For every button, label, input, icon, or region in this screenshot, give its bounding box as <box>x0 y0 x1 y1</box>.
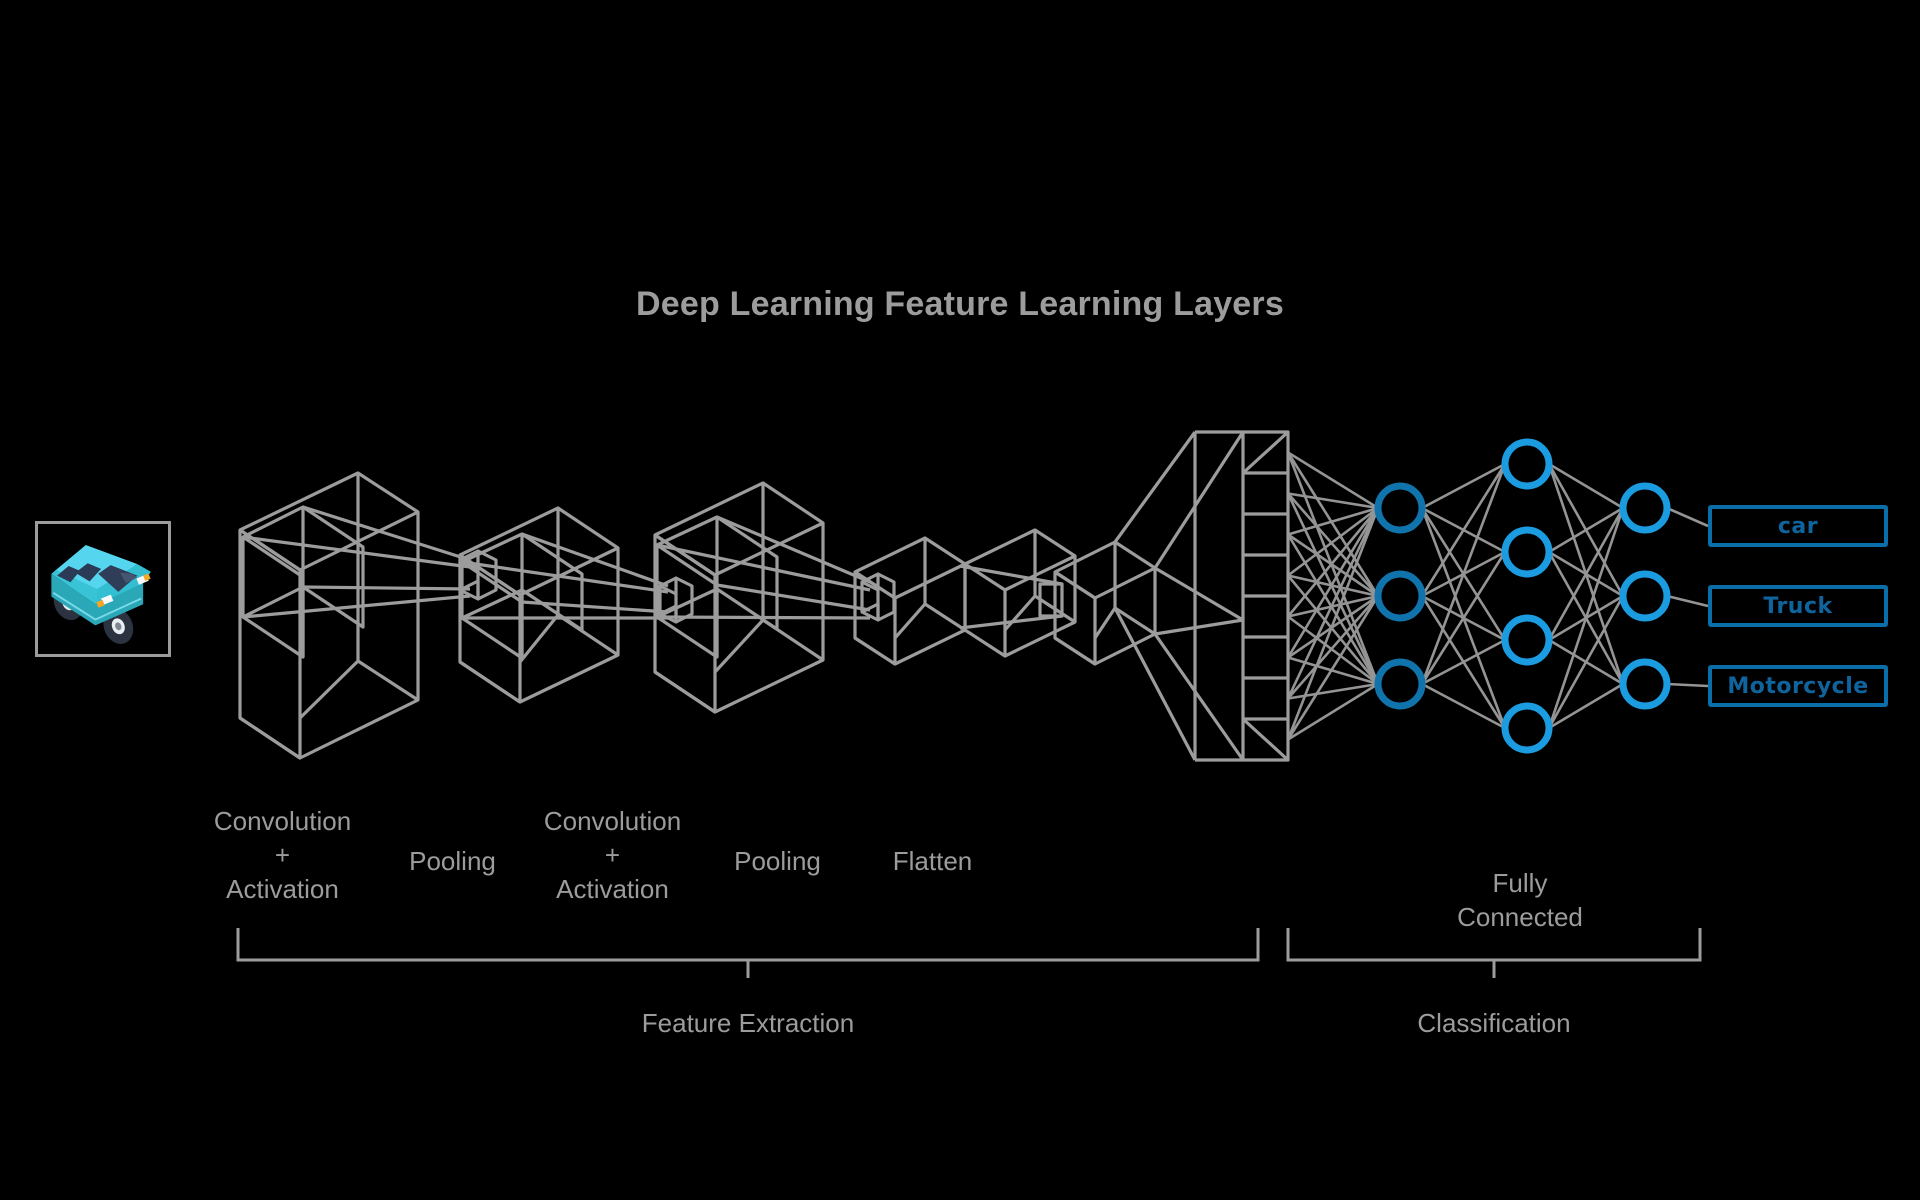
neuron-output-2 <box>1619 570 1671 622</box>
neuron-hidden2-2 <box>1501 526 1553 578</box>
bracket-feature-extraction <box>236 928 1260 978</box>
fc-nodes <box>1374 438 1671 754</box>
stage-flatten-wireframe <box>1053 430 1290 762</box>
label-conv2-text: Convolution + Activation <box>543 806 682 904</box>
neuron-hidden1-2 <box>1374 570 1426 622</box>
bracket-label-feature-extraction: Feature Extraction <box>548 1008 948 1039</box>
label-pool2: Pooling <box>690 810 865 878</box>
fc-edges <box>1286 451 1709 741</box>
label-conv1: Convolution + Activation <box>180 770 385 906</box>
label-conv1-text: Convolution + Activation <box>213 806 352 904</box>
stage-pool2-wireframe <box>853 528 1077 666</box>
neuron-hidden2-4 <box>1501 702 1553 754</box>
neuron-hidden2-1 <box>1501 438 1553 490</box>
label-flatten: Flatten <box>845 810 1020 878</box>
output-box-car[interactable]: car <box>1708 505 1888 547</box>
neuron-hidden1-1 <box>1374 482 1426 534</box>
output-label-truck: Truck <box>1763 593 1833 619</box>
diagram-canvas: Deep Learning Feature Learning Layers Co… <box>0 0 1920 1200</box>
bracket-classification <box>1286 928 1702 978</box>
stage-conv1-wireframe <box>238 471 498 760</box>
bracket-label-feature-extraction-text: Feature Extraction <box>641 1008 855 1038</box>
output-box-motorcycle[interactable]: Motorcycle <box>1708 665 1888 707</box>
label-fully-connected-text: Fully Connected <box>1457 868 1583 932</box>
label-pool1-text: Pooling <box>409 846 496 876</box>
label-fully-connected: Fully Connected <box>1380 832 1660 934</box>
bracket-label-classification: Classification <box>1344 1008 1644 1039</box>
neuron-output-1 <box>1619 482 1671 534</box>
output-label-motorcycle: Motorcycle <box>1727 673 1869 699</box>
label-flatten-text: Flatten <box>892 846 973 876</box>
neuron-hidden2-3 <box>1501 614 1553 666</box>
label-conv2: Convolution + Activation <box>510 770 715 906</box>
neuron-output-3 <box>1619 658 1671 710</box>
bracket-label-classification-text: Classification <box>1417 1008 1571 1038</box>
label-pool2-text: Pooling <box>734 846 821 876</box>
output-label-car: car <box>1777 513 1819 539</box>
output-box-truck[interactable]: Truck <box>1708 585 1888 627</box>
neuron-hidden1-3 <box>1374 658 1426 710</box>
